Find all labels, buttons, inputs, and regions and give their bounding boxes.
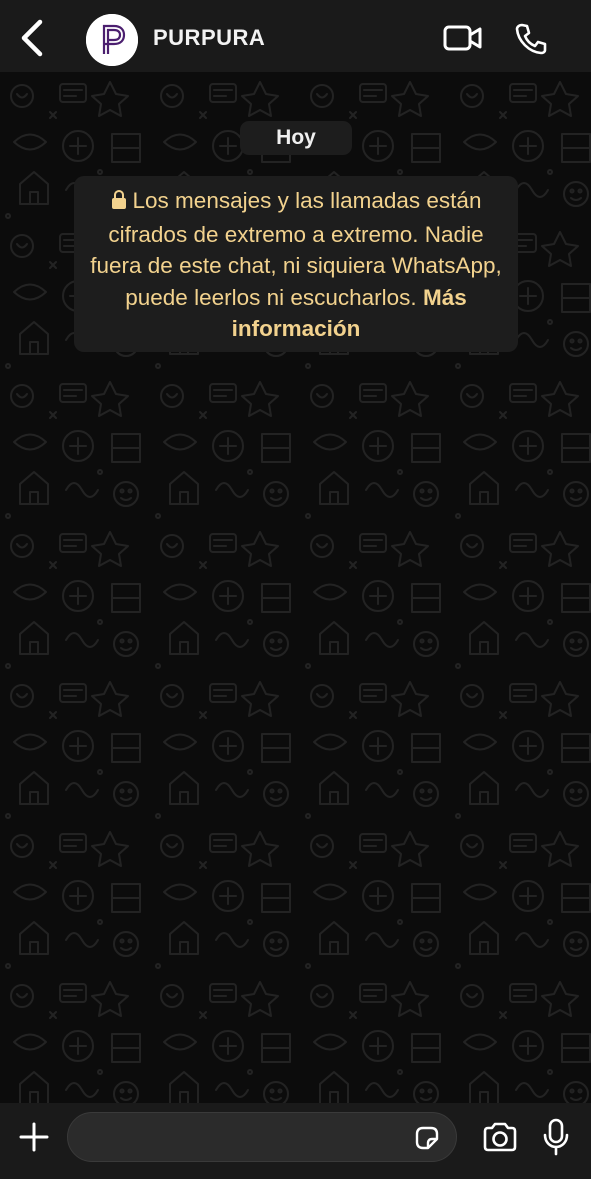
phone-icon bbox=[515, 23, 547, 55]
plus-icon bbox=[19, 1122, 49, 1152]
sticker-button[interactable] bbox=[412, 1123, 442, 1153]
message-input-container bbox=[67, 1112, 457, 1163]
sticker-icon bbox=[415, 1126, 439, 1150]
video-call-button[interactable] bbox=[442, 22, 484, 54]
voice-message-button[interactable] bbox=[540, 1117, 572, 1157]
date-separator: Hoy bbox=[240, 121, 352, 155]
microphone-icon bbox=[543, 1118, 569, 1156]
attach-button[interactable] bbox=[14, 1117, 54, 1157]
avatar[interactable] bbox=[86, 14, 138, 66]
contact-name[interactable]: PURPURA bbox=[153, 25, 265, 51]
lock-icon bbox=[111, 187, 127, 219]
video-camera-icon bbox=[443, 25, 482, 51]
message-input[interactable] bbox=[86, 1113, 410, 1163]
chat-screen: PURPURA Hoy Los mensajes y las llamadas … bbox=[0, 0, 591, 1179]
chevron-left-icon bbox=[21, 19, 43, 57]
camera-button[interactable] bbox=[480, 1119, 520, 1155]
encryption-notice[interactable]: Los mensajes y las llamadas están cifrad… bbox=[74, 176, 518, 352]
composer-bar bbox=[0, 1103, 591, 1179]
back-button[interactable] bbox=[14, 18, 50, 58]
camera-icon bbox=[483, 1122, 517, 1152]
purpura-logo-icon bbox=[86, 14, 138, 66]
voice-call-button[interactable] bbox=[512, 20, 550, 58]
chat-header: PURPURA bbox=[0, 0, 591, 72]
